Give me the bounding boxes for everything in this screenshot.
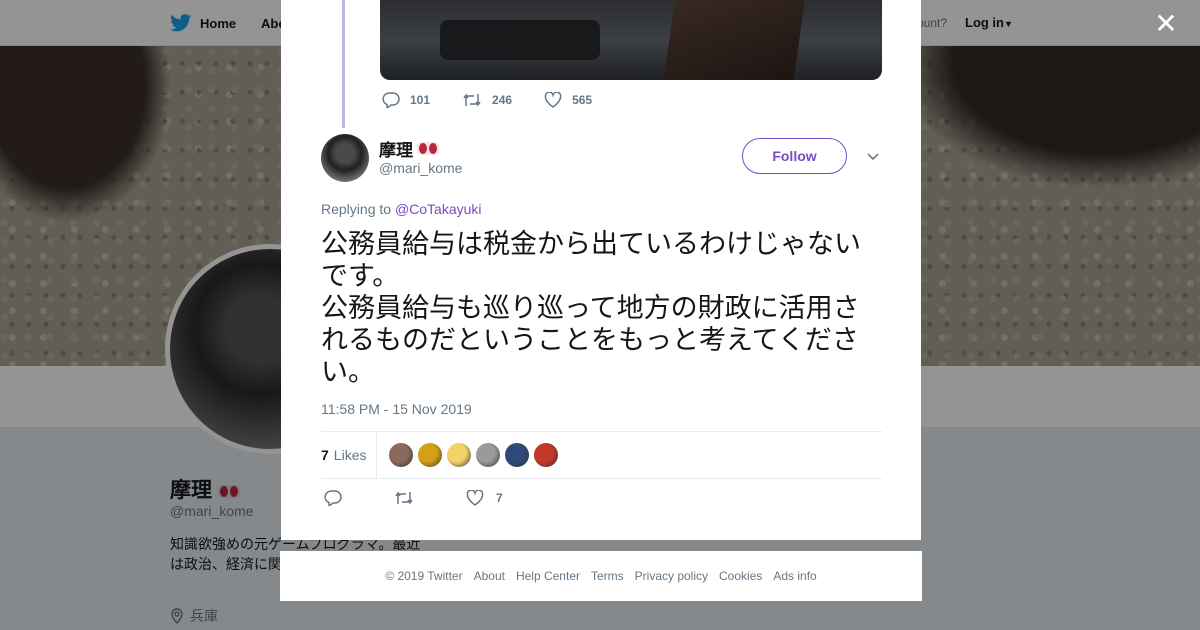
image-desk-shape [663, 0, 807, 80]
image-chair-shape [440, 20, 600, 60]
author-avatar[interactable] [321, 134, 369, 182]
close-icon[interactable]: ✕ [1152, 10, 1180, 38]
liker-avatar[interactable] [418, 443, 443, 467]
footer-terms-link[interactable]: Terms [591, 569, 624, 583]
footer-cookies-link[interactable]: Cookies [719, 569, 762, 583]
footer-help-link[interactable]: Help Center [516, 569, 580, 583]
footer-copyright: © 2019 Twitter [385, 569, 463, 583]
likes-label: Likes [333, 447, 367, 463]
footer-ads-link[interactable]: Ads info [773, 569, 816, 583]
replying-handle-link[interactable]: @CoTakayuki [395, 201, 482, 217]
eyes-emoji-icon [417, 142, 439, 155]
heart-icon [544, 92, 562, 108]
tweet-timestamp[interactable]: 11:58 PM - 15 Nov 2019 [321, 401, 472, 417]
previous-retweet-count: 246 [492, 93, 513, 107]
liker-avatar[interactable] [476, 443, 501, 467]
tweet-actions: 7 [324, 490, 555, 506]
reply-icon [324, 490, 342, 506]
previous-tweet-image[interactable] [380, 0, 882, 80]
like-count: 7 [496, 491, 503, 505]
previous-tweet-actions: 101 246 565 [382, 92, 624, 108]
heart-icon [466, 490, 484, 506]
liker-avatar[interactable] [447, 443, 472, 467]
replying-to: Replying to @CoTakayuki [321, 201, 482, 217]
previous-like-action[interactable]: 565 [544, 92, 592, 108]
replying-prefix: Replying to [321, 201, 392, 217]
likes-stat[interactable]: 7 Likes [321, 432, 378, 478]
chevron-down-icon[interactable] [865, 148, 881, 164]
thread-connector-line [342, 0, 345, 128]
modal-footer: © 2019 Twitter About Help Center Terms P… [280, 551, 922, 601]
likes-count: 7 [321, 447, 329, 463]
liker-avatar[interactable] [389, 443, 414, 467]
reply-action[interactable] [324, 490, 342, 506]
retweet-icon [463, 93, 481, 107]
previous-retweet-action[interactable]: 246 [462, 92, 512, 108]
retweet-action[interactable] [394, 490, 414, 506]
previous-reply-action[interactable]: 101 [382, 92, 430, 108]
tweet-stats: 7 Likes [321, 431, 882, 479]
tweet-permalink-modal: 101 246 565 摩理 @mari_kome Follow Replyin… [281, 0, 921, 540]
liker-avatar[interactable] [534, 443, 559, 467]
footer-about-link[interactable]: About [474, 569, 505, 583]
follow-button[interactable]: Follow [742, 138, 847, 174]
previous-reply-count: 101 [410, 93, 431, 107]
reply-icon [382, 92, 400, 108]
author-handle[interactable]: @mari_kome [379, 160, 462, 176]
liker-avatars [389, 443, 559, 467]
author-name-text: 摩理 [379, 141, 413, 160]
tweet-text: 公務員給与は税金から出ているわけじゃないです。 公務員給与も巡り巡って地方の財政… [321, 229, 861, 387]
previous-like-count: 565 [572, 93, 593, 107]
retweet-icon [395, 491, 413, 505]
author-name[interactable]: 摩理 [379, 136, 439, 161]
like-action[interactable]: 7 [466, 490, 503, 506]
liker-avatar[interactable] [505, 443, 530, 467]
footer-privacy-link[interactable]: Privacy policy [635, 569, 708, 583]
